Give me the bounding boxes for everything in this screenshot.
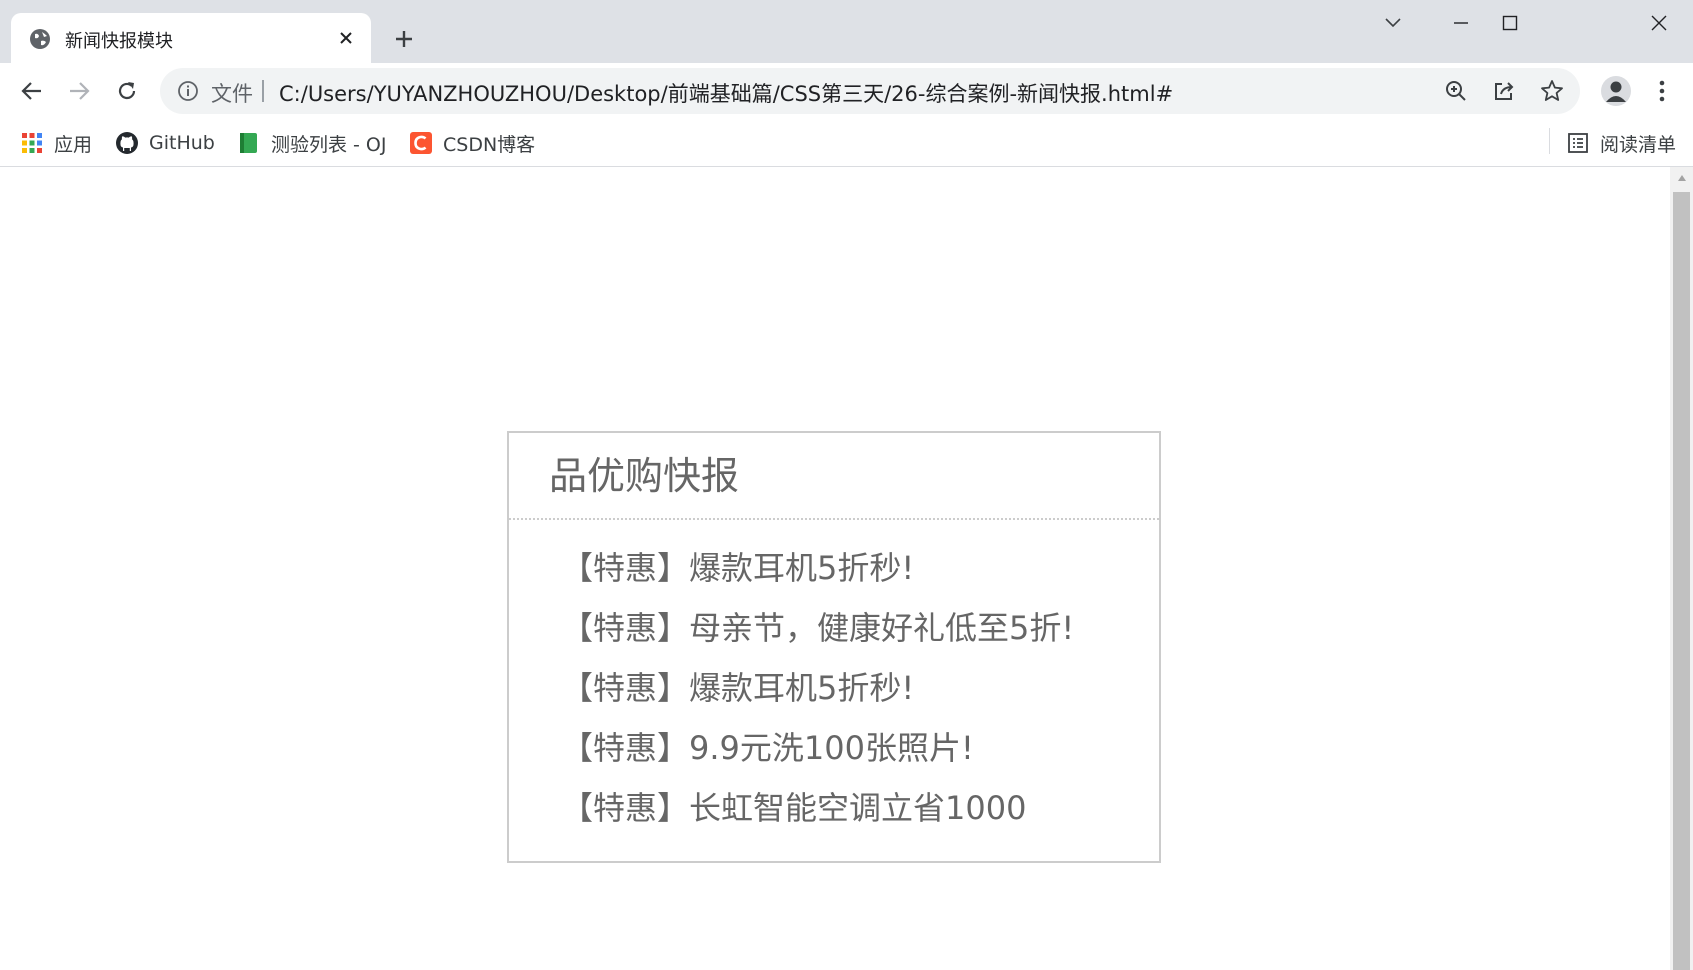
- bookmark-label: CSDN博客: [443, 133, 536, 156]
- reload-icon: [118, 82, 136, 100]
- news-header: 品优购快报: [509, 433, 1159, 520]
- tab-title: 新闻快报模块: [65, 31, 173, 52]
- more-vert-icon: [1659, 80, 1665, 102]
- green-book-icon: [240, 133, 257, 153]
- bookmark-label: 测验列表 - OJ: [271, 133, 387, 156]
- vertical-scrollbar[interactable]: [1670, 167, 1693, 970]
- globe-icon: [30, 29, 50, 49]
- address-bar[interactable]: 文件 C:/Users/YUYANZHOUZHOU/Desktop/前端基础篇/…: [160, 68, 1580, 114]
- arrow-left-icon: [21, 82, 41, 100]
- reading-list-button[interactable]: 阅读清单: [1566, 127, 1676, 159]
- bookmark-label: GitHub: [149, 132, 215, 154]
- csdn-icon: [410, 132, 432, 154]
- url-text[interactable]: C:/Users/YUYANZHOUZHOU/Desktop/前端基础篇/CSS…: [279, 78, 1173, 108]
- news-item: 【特惠】9.9元洗100张照片!: [561, 718, 1159, 778]
- menu-button[interactable]: [1652, 76, 1672, 106]
- tab-strip: 新闻快报模块: [0, 0, 1693, 63]
- toolbar: 文件 C:/Users/YUYANZHOUZHOU/Desktop/前端基础篇/…: [0, 63, 1693, 119]
- news-link[interactable]: 【特惠】母亲节，健康好礼低至5折!: [561, 609, 1074, 647]
- triangle-up-icon: [1677, 175, 1686, 181]
- zoom-icon: [1446, 81, 1466, 101]
- star-icon: [1541, 80, 1563, 101]
- news-item: 【特惠】爆款耳机5折秒!: [561, 538, 1159, 598]
- bookmarks-bar: 应用 GitHub 测验列表 - OJ CSDN博客 阅读清单: [0, 119, 1693, 167]
- close-tab-icon[interactable]: [335, 27, 357, 49]
- reading-list-icon: [1568, 133, 1588, 153]
- news-title: 品优购快报: [549, 454, 740, 498]
- bookmark-csdn[interactable]: CSDN博客: [409, 127, 535, 159]
- close-icon: [1651, 15, 1667, 31]
- chip-separator: [262, 80, 264, 102]
- file-scheme-chip: 文件: [211, 82, 253, 106]
- arrow-right-icon: [70, 82, 90, 100]
- new-tab-button[interactable]: [389, 24, 419, 54]
- bookmark-oj[interactable]: 测验列表 - OJ: [237, 127, 387, 159]
- github-icon: [116, 132, 138, 154]
- maximize-button[interactable]: [1490, 8, 1530, 38]
- share-icon: [1495, 82, 1514, 100]
- scrollbar-thumb[interactable]: [1673, 192, 1690, 970]
- bookmark-apps[interactable]: 应用: [20, 127, 92, 159]
- news-item: 【特惠】母亲节，健康好礼低至5折!: [561, 598, 1159, 658]
- reload-button[interactable]: [112, 76, 142, 106]
- reading-list-label: 阅读清单: [1600, 133, 1677, 156]
- bookmarks-divider: [1549, 128, 1550, 154]
- bookmark-github[interactable]: GitHub: [115, 127, 215, 159]
- news-list: 【特惠】爆款耳机5折秒! 【特惠】母亲节，健康好礼低至5折! 【特惠】爆款耳机5…: [509, 520, 1159, 838]
- close-window-button[interactable]: [1639, 8, 1679, 38]
- back-button[interactable]: [17, 76, 47, 106]
- info-icon[interactable]: [177, 80, 199, 102]
- page-viewport: 品优购快报 【特惠】爆款耳机5折秒! 【特惠】母亲节，健康好礼低至5折! 【特惠…: [0, 167, 1693, 970]
- apps-grid-icon: [22, 133, 42, 153]
- plus-icon: [396, 31, 412, 47]
- news-item: 【特惠】爆款耳机5折秒!: [561, 658, 1159, 718]
- forward-button[interactable]: [64, 76, 94, 106]
- minimize-icon: [1454, 22, 1468, 24]
- news-link[interactable]: 【特惠】爆款耳机5折秒!: [561, 549, 914, 587]
- browser-window: 新闻快报模块 文件 C:/Users/YUYANZHOUZHOU/Desktop…: [0, 0, 1693, 970]
- bookmark-label: 应用: [54, 133, 93, 156]
- tab-active[interactable]: 新闻快报模块: [11, 13, 371, 63]
- zoom-button[interactable]: [1444, 79, 1468, 103]
- person-icon: [1606, 81, 1626, 102]
- share-button[interactable]: [1492, 79, 1516, 103]
- chevron-down-icon: [1385, 18, 1401, 28]
- news-item: 【特惠】长虹智能空调立省1000: [561, 778, 1159, 838]
- news-module: 品优购快报 【特惠】爆款耳机5折秒! 【特惠】母亲节，健康好礼低至5折! 【特惠…: [507, 431, 1161, 863]
- profile-avatar[interactable]: [1601, 76, 1631, 106]
- news-link[interactable]: 【特惠】爆款耳机5折秒!: [561, 669, 914, 707]
- bookmark-star-button[interactable]: [1540, 79, 1564, 103]
- tab-search-button[interactable]: [1373, 8, 1413, 38]
- maximize-icon: [1502, 15, 1518, 31]
- minimize-button[interactable]: [1441, 8, 1481, 38]
- scroll-up-arrow[interactable]: [1670, 167, 1693, 189]
- news-link[interactable]: 【特惠】长虹智能空调立省1000: [561, 789, 1026, 827]
- news-link[interactable]: 【特惠】9.9元洗100张照片!: [561, 729, 974, 767]
